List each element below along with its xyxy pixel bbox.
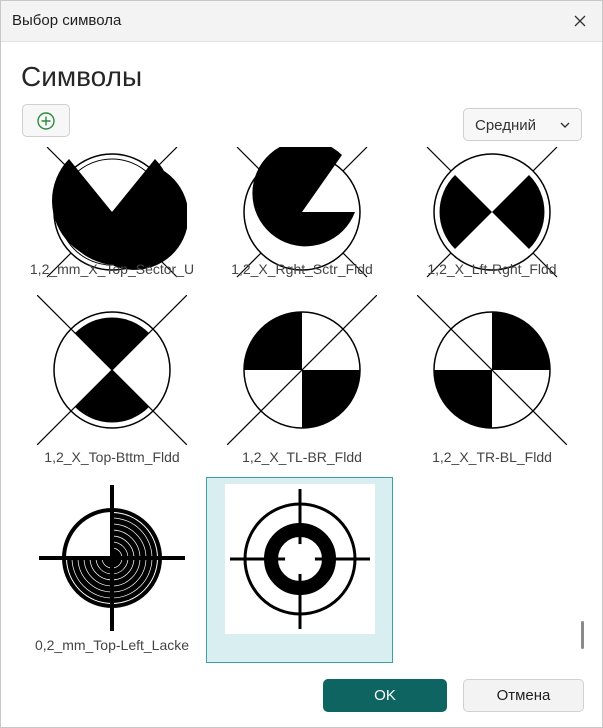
symbol-tile[interactable]: 0,2_mm_Top-Left_Lacke (19, 483, 205, 665)
add-symbol-button[interactable] (22, 104, 70, 137)
symbol-thumbnail (37, 295, 187, 445)
symbol-thumbnail (417, 295, 567, 445)
size-select[interactable]: Средний (463, 108, 582, 141)
symbol-label: 1,2_X_TR-BL_Fldd (432, 449, 552, 465)
symbol-label: 1,2_mm_X_Top_Sector_U (29, 261, 195, 277)
symbol-thumbnail (227, 295, 377, 445)
symbol-picker-dialog: Выбор символа Символы Средний 1,2_mm_X_T… (0, 0, 603, 728)
symbol-label: 1,2_X_Top-Bttm_Fldd (44, 449, 180, 465)
symbol-label: 0,2_mm_Top-Left_Lacke (34, 637, 190, 653)
symbol-label: 1,2_X_Rght_Sctr_Fldd (231, 261, 373, 277)
symbol-tile[interactable]: 1,2_X_TR-BL_Fldd (399, 295, 585, 481)
chevron-down-icon (560, 122, 570, 128)
cancel-button[interactable]: Отмена (463, 679, 584, 712)
size-select-value: Средний (475, 117, 536, 134)
scrollbar-thumb[interactable] (581, 621, 584, 649)
title-bar: Выбор символа (1, 1, 602, 42)
symbol-gallery: 1,2_mm_X_Top_Sector_U 1,2_X_Rght_Sctr_Fl… (19, 147, 585, 665)
plus-circle-icon (37, 111, 55, 130)
symbol-thumbnail (225, 484, 375, 634)
close-button[interactable] (566, 7, 594, 35)
symbol-thumbnail (37, 483, 187, 633)
symbol-tile[interactable]: 1,2_X_TL-BR_Fldd (209, 295, 395, 481)
page-title: Символы (21, 61, 143, 92)
symbol-label: 1,2_X_TL-BR_Fldd (242, 449, 362, 465)
symbol-label: 1,2_X_Lft-Rght_Fldd (427, 261, 557, 277)
symbol-tile[interactable]: 1,2_X_Top-Bttm_Fldd (19, 295, 205, 481)
window-title: Выбор символа (12, 12, 122, 29)
ok-button[interactable]: OK (323, 679, 447, 712)
close-icon (574, 15, 586, 27)
symbol-tile-selected[interactable] (206, 477, 393, 663)
